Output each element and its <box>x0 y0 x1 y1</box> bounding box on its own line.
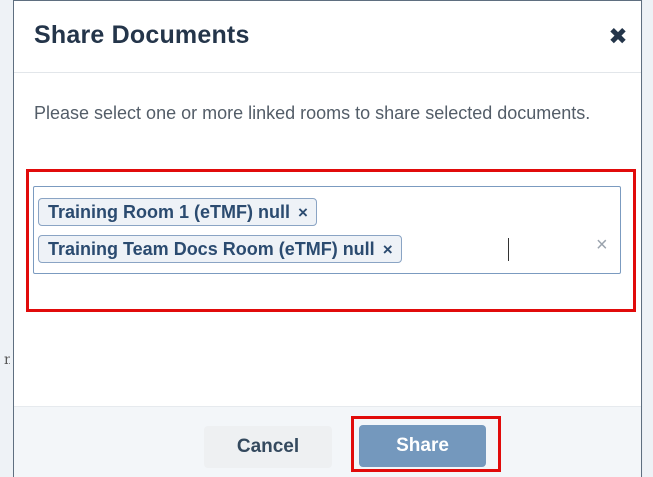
share-highlight-box <box>351 416 501 472</box>
close-icon[interactable]: ✖ <box>607 25 629 48</box>
dialog-title: Share Documents <box>34 21 250 49</box>
select-highlight-box <box>26 169 636 312</box>
share-documents-dialog: Share Documents ✖ Please select one or m… <box>13 0 642 477</box>
dialog-header: Share Documents ✖ <box>14 1 641 73</box>
background-text-fragment: n <box>4 352 10 368</box>
dialog-description: Please select one or more linked rooms t… <box>34 103 591 123</box>
background-left: n <box>0 0 14 477</box>
cancel-button[interactable]: Cancel <box>204 426 332 468</box>
screen: n Share Documents ✖ Please select one or… <box>0 0 653 477</box>
background-right <box>643 0 653 477</box>
